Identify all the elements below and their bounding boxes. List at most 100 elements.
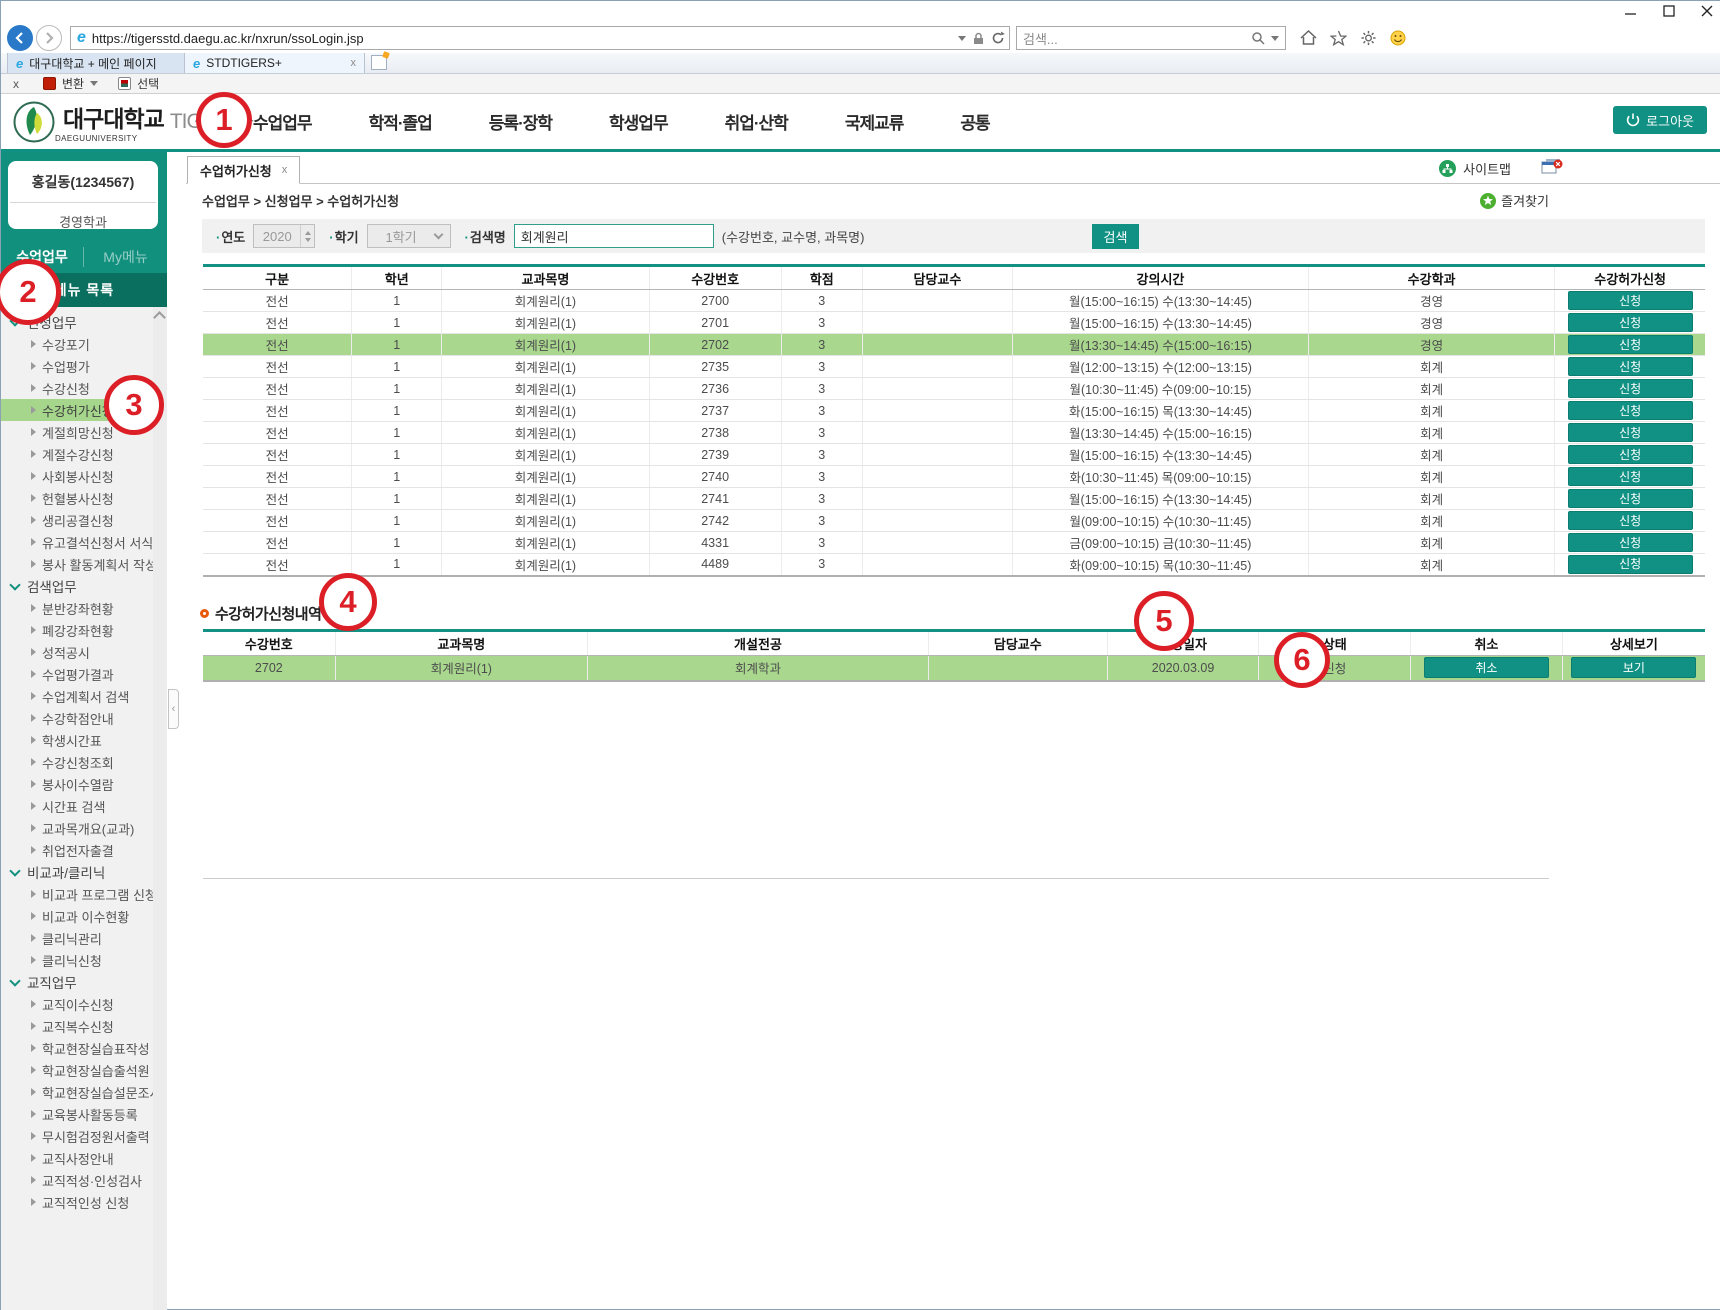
sidebar-item[interactable]: 교직이수신청 (1, 993, 153, 1015)
search-dropdown-icon[interactable] (1271, 36, 1279, 41)
sidebar-item[interactable]: 비교과 프로그램 신청 (1, 883, 153, 905)
sidebar-item[interactable]: 계절수강신청 (1, 443, 153, 465)
favorites-star-icon[interactable] (1330, 30, 1347, 46)
apply-button[interactable]: 신청 (1568, 467, 1693, 486)
sidebar-item[interactable]: 사회봉사신청 (1, 465, 153, 487)
nav-item[interactable]: 공통 (960, 109, 989, 134)
select-button[interactable]: 선택 (137, 75, 159, 92)
url-dropdown-icon[interactable] (958, 36, 966, 41)
sidebar-item[interactable]: 교과목개요(교과) (1, 817, 153, 839)
favorite-link[interactable]: 즐겨찾기 (1480, 191, 1549, 210)
sidebar-item[interactable]: 봉사 활동계획서 작성 (1, 553, 153, 575)
minimize-button[interactable] (1625, 5, 1637, 17)
browser-tab-stdtigers[interactable]: e STDTIGERS+ x (185, 53, 365, 73)
sidebar-scrollbar[interactable] (153, 307, 167, 1310)
sidebar-item[interactable]: 봉사이수열람 (1, 773, 153, 795)
sidebar-tab-my[interactable]: My메뉴 (84, 247, 167, 267)
sidebar-item[interactable]: 분반강좌현황 (1, 597, 153, 619)
logout-button[interactable]: 로그아웃 (1613, 106, 1707, 134)
nav-item[interactable]: 국제교류 (845, 109, 904, 134)
page-tab[interactable]: 수업허가신청 x (187, 156, 300, 184)
cancel-button[interactable]: 취소 (1424, 657, 1549, 678)
apply-button[interactable]: 신청 (1568, 533, 1693, 552)
sidebar-item[interactable]: 유고결석신청서 서식 (1, 531, 153, 553)
sidebar-item[interactable]: 성적공시 (1, 641, 153, 663)
convert-button[interactable]: 변환 (62, 75, 84, 92)
apply-button[interactable]: 신청 (1568, 401, 1693, 420)
sidebar-item[interactable]: 생리공결신청 (1, 509, 153, 531)
view-button[interactable]: 보기 (1571, 657, 1696, 678)
sidebar-item[interactable]: 수강신청조회 (1, 751, 153, 773)
sidebar-item[interactable]: 수업계획서 검색 (1, 685, 153, 707)
spin-down-icon[interactable] (305, 238, 311, 242)
sidebar-item[interactable]: 교직적성·인성검사 (1, 1169, 153, 1191)
browser-tab-main-page[interactable]: e 대구대학교 + 메인 페이지 (7, 53, 185, 73)
sidebar-item[interactable]: 수업평가결과 (1, 663, 153, 685)
browser-tab-label: STDTIGERS+ (206, 56, 282, 70)
apply-button[interactable]: 신청 (1568, 335, 1693, 354)
search-button[interactable]: 검색 (1092, 224, 1139, 249)
back-button[interactable] (7, 25, 33, 51)
settings-gear-icon[interactable] (1360, 30, 1377, 46)
sidebar-item[interactable]: 교직적인성 신청 (1, 1191, 153, 1213)
nav-item[interactable]: 취업·산학 (725, 109, 788, 134)
sidebar-item[interactable]: 학생시간표 (1, 729, 153, 751)
tab-close-icon[interactable]: x (351, 57, 357, 69)
refresh-icon[interactable] (991, 31, 1005, 45)
spin-up-icon[interactable] (305, 231, 311, 235)
apply-button[interactable]: 신청 (1568, 445, 1693, 464)
new-tab-button[interactable] (371, 55, 387, 70)
nav-item[interactable]: 등록·장학 (489, 109, 552, 134)
nav-item[interactable]: 학적·졸업 (369, 109, 432, 134)
sidebar-item[interactable]: 비교과/클리닉 (1, 861, 153, 883)
semester-select[interactable]: 1학기 (367, 224, 451, 248)
sidebar-menu-area: 신청업무수강포기수업평가수강신청수강허가신청계절희망신청계절수강신청사회봉사신청… (1, 307, 167, 1310)
apply-button[interactable]: 신청 (1568, 291, 1693, 310)
apply-button[interactable]: 신청 (1568, 357, 1693, 376)
sidebar-item[interactable]: 교직사정안내 (1, 1147, 153, 1169)
maximize-button[interactable] (1663, 5, 1675, 17)
nav-item[interactable]: 수업업무 (253, 109, 312, 134)
apply-button[interactable]: 신청 (1568, 511, 1693, 530)
scroll-up-icon[interactable] (153, 311, 166, 324)
sidebar-item[interactable]: 학교현장실습출석원 (1, 1059, 153, 1081)
smiley-icon[interactable] (1390, 30, 1406, 46)
course-search-input[interactable] (514, 224, 714, 248)
toolbar-close[interactable]: x (13, 77, 19, 91)
url-field[interactable]: e https://tigersstd.daegu.ac.kr/nxrun/ss… (70, 26, 1010, 50)
sidebar-item[interactable]: 검색업무 (1, 575, 153, 597)
sidebar-item[interactable]: 폐강강좌현황 (1, 619, 153, 641)
sidebar-item[interactable]: 수업평가 (1, 355, 153, 377)
sidebar-item[interactable]: 클리닉관리 (1, 927, 153, 949)
sidebar-item[interactable]: 수강포기 (1, 333, 153, 355)
sidebar-item[interactable]: 교육봉사활동등록 (1, 1103, 153, 1125)
browser-search-box[interactable]: 검색... (1016, 26, 1286, 50)
sidebar-item[interactable]: 시간표 검색 (1, 795, 153, 817)
sidebar-item[interactable]: 비교과 이수현황 (1, 905, 153, 927)
page-tab-close-icon[interactable]: x (282, 164, 288, 176)
apply-button[interactable]: 신청 (1568, 423, 1693, 442)
sidebar-item[interactable]: 클리닉신청 (1, 949, 153, 971)
year-spinner[interactable]: 2020 (253, 224, 315, 248)
apply-button[interactable]: 신청 (1568, 313, 1693, 332)
sidebar-item[interactable]: 교직복수신청 (1, 1015, 153, 1037)
sitemap-link[interactable]: 사이트맵 (1439, 159, 1511, 178)
close-button[interactable] (1701, 5, 1713, 17)
apply-button[interactable]: 신청 (1568, 555, 1693, 574)
convert-dropdown-icon[interactable] (90, 81, 98, 86)
sidebar-item[interactable]: 교직업무 (1, 971, 153, 993)
search-icon[interactable] (1251, 31, 1265, 45)
apply-button[interactable]: 신청 (1568, 489, 1693, 508)
sidebar-collapse-handle[interactable]: ‹ (168, 689, 179, 729)
sidebar-item[interactable]: 수강학점안내 (1, 707, 153, 729)
sidebar-item[interactable]: 취업전자출결 (1, 839, 153, 861)
sidebar-item[interactable]: 무시험검정원서출력 (1, 1125, 153, 1147)
window-close-all-icon[interactable] (1541, 158, 1563, 176)
sidebar-item[interactable]: 헌혈봉사신청 (1, 487, 153, 509)
sidebar-item[interactable]: 학교현장실습설문조사 (1, 1081, 153, 1103)
home-icon[interactable] (1300, 30, 1317, 46)
apply-button[interactable]: 신청 (1568, 379, 1693, 398)
nav-item[interactable]: 학생업무 (609, 109, 668, 134)
forward-button[interactable] (36, 25, 62, 51)
sidebar-item[interactable]: 학교현장실습표작성 (1, 1037, 153, 1059)
